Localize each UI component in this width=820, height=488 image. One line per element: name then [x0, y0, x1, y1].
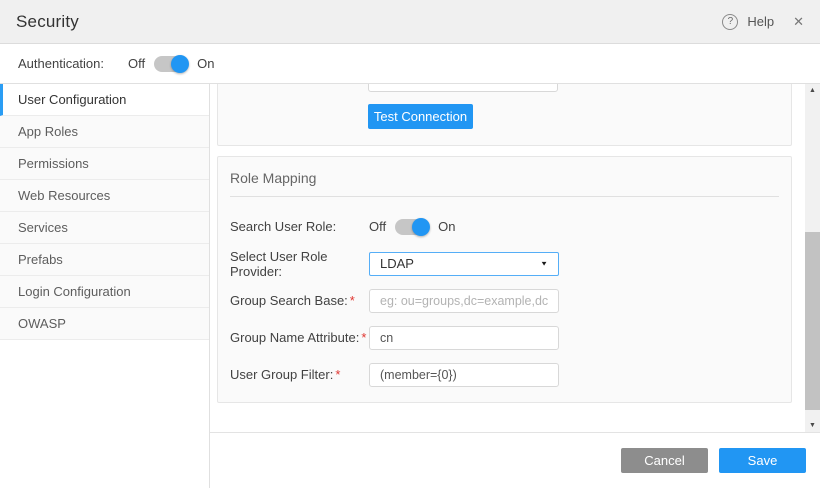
- page-title: Security: [16, 12, 79, 32]
- help-link[interactable]: Help: [747, 14, 774, 29]
- group-search-base-row: Group Search Base:*: [230, 282, 779, 319]
- sidebar-item-web-resources[interactable]: Web Resources: [0, 180, 209, 212]
- required-marker: *: [361, 330, 366, 345]
- required-marker: *: [335, 367, 340, 382]
- group-search-base-label: Group Search Base:*: [230, 293, 369, 308]
- role-mapping-card: Role Mapping Search User Role: Off On: [217, 156, 792, 403]
- search-user-role-label: Search User Role:: [230, 219, 369, 234]
- toggle-knob: [171, 55, 189, 73]
- authentication-toggle-group: Off On: [128, 55, 214, 73]
- ldap-connection-card: Test Connection: [217, 84, 792, 146]
- search-user-role-toggle-group: Off On: [369, 218, 455, 236]
- provider-row: Select User Role Provider: LDAP ▼: [230, 245, 779, 282]
- sidebar-item-prefabs[interactable]: Prefabs: [0, 244, 209, 276]
- authentication-on-label: On: [197, 56, 214, 71]
- ldap-config-input-cropped[interactable]: [368, 84, 558, 92]
- scroll-down-icon[interactable]: ▼: [805, 419, 820, 432]
- sidebar-item-owasp[interactable]: OWASP: [0, 308, 209, 340]
- user-group-filter-input[interactable]: [369, 363, 559, 387]
- sidebar-item-app-roles[interactable]: App Roles: [0, 116, 209, 148]
- close-icon[interactable]: ✕: [793, 14, 804, 30]
- main-panel: Test Connection Role Mapping Search User…: [210, 84, 820, 488]
- group-name-attribute-input[interactable]: [369, 326, 559, 350]
- user-group-filter-row: User Group Filter:*: [230, 356, 779, 393]
- search-user-role-toggle[interactable]: [395, 218, 429, 236]
- provider-selected-value: LDAP: [380, 256, 414, 271]
- help-icon[interactable]: ?: [722, 14, 738, 30]
- sidebar-item-user-configuration[interactable]: User Configuration: [0, 84, 209, 116]
- search-user-role-off-label: Off: [369, 219, 386, 234]
- provider-label: Select User Role Provider:: [230, 249, 369, 279]
- group-name-attribute-row: Group Name Attribute:*: [230, 319, 779, 356]
- label-text: User Group Filter:: [230, 367, 333, 382]
- sidebar-item-services[interactable]: Services: [0, 212, 209, 244]
- group-name-attribute-label: Group Name Attribute:*: [230, 330, 369, 345]
- header-actions: ? Help ✕: [722, 14, 804, 30]
- user-role-provider-select[interactable]: LDAP ▼: [369, 252, 559, 276]
- group-search-base-input[interactable]: [369, 289, 559, 313]
- label-text: Group Search Base:: [230, 293, 348, 308]
- sidebar: User Configuration App Roles Permissions…: [0, 84, 210, 488]
- sidebar-item-login-configuration[interactable]: Login Configuration: [0, 276, 209, 308]
- test-connection-button[interactable]: Test Connection: [368, 104, 473, 129]
- toggle-knob: [412, 218, 430, 236]
- label-text: Group Name Attribute:: [230, 330, 359, 345]
- authentication-toggle[interactable]: [154, 55, 188, 73]
- role-mapping-title: Role Mapping: [230, 157, 779, 197]
- authentication-off-label: Off: [128, 56, 145, 71]
- scroll-up-icon[interactable]: ▲: [805, 84, 820, 97]
- sidebar-item-permissions[interactable]: Permissions: [0, 148, 209, 180]
- cancel-button[interactable]: Cancel: [621, 448, 708, 473]
- caret-down-icon: ▼: [540, 260, 548, 267]
- authentication-label: Authentication:: [18, 56, 104, 71]
- required-marker: *: [350, 293, 355, 308]
- vertical-scrollbar[interactable]: ▲ ▼: [805, 84, 820, 432]
- window-header: Security ? Help ✕: [0, 0, 820, 44]
- body: User Configuration App Roles Permissions…: [0, 84, 820, 488]
- scrollbar-thumb[interactable]: [805, 232, 820, 410]
- save-button[interactable]: Save: [719, 448, 806, 473]
- search-user-role-on-label: On: [438, 219, 455, 234]
- user-group-filter-label: User Group Filter:*: [230, 367, 369, 382]
- scroll-area: Test Connection Role Mapping Search User…: [210, 84, 820, 432]
- search-user-role-row: Search User Role: Off On: [230, 208, 779, 245]
- role-mapping-form: Search User Role: Off On: [218, 197, 791, 393]
- footer-actions: Cancel Save: [210, 432, 820, 488]
- authentication-row: Authentication: Off On: [0, 44, 820, 84]
- security-settings-window: Security ? Help ✕ Authentication: Off On…: [0, 0, 820, 488]
